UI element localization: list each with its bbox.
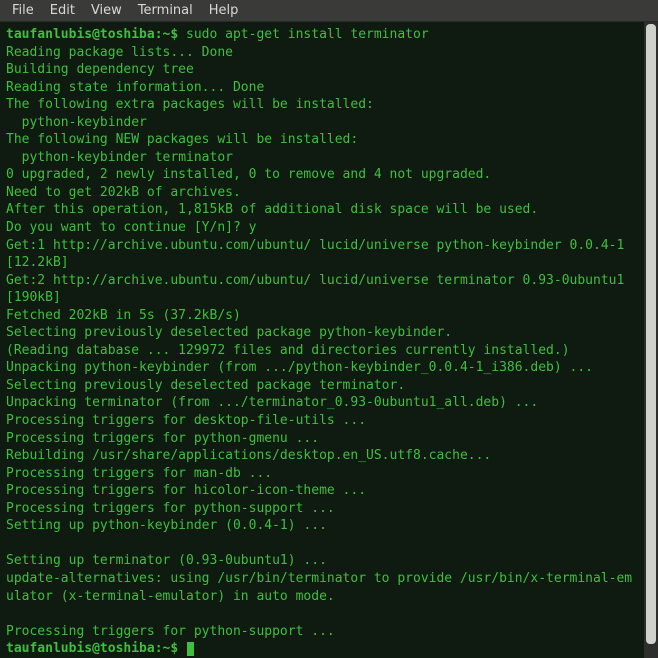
terminal-line: Processing triggers for hicolor-icon-the…	[6, 482, 638, 500]
terminal-line: Unpacking python-keybinder (from .../pyt…	[6, 359, 638, 377]
terminal-line: Unpacking terminator (from .../terminato…	[6, 394, 638, 412]
terminal-line: Get:1 http://archive.ubuntu.com/ubuntu/ …	[6, 237, 638, 272]
terminal-line: Processing triggers for python-gmenu ...	[6, 430, 638, 448]
terminal-line: Get:2 http://archive.ubuntu.com/ubuntu/ …	[6, 272, 638, 307]
scrollbar-thumb[interactable]	[646, 24, 656, 644]
terminal-line: The following NEW packages will be insta…	[6, 131, 638, 149]
terminal-line: After this operation, 1,815kB of additio…	[6, 201, 638, 219]
terminal-line: The following extra packages will be ins…	[6, 96, 638, 114]
terminal-window: taufanlubis@toshiba:~$ sudo apt-get inst…	[0, 22, 658, 658]
prompt: taufanlubis@toshiba:~$	[6, 641, 186, 656]
prompt: taufanlubis@toshiba:~$	[6, 27, 186, 42]
menu-view[interactable]: View	[83, 1, 130, 20]
terminal-line: Setting up terminator (0.93-0ubuntu1) ..…	[6, 552, 638, 570]
terminal-line: Processing triggers for man-db ...	[6, 465, 638, 483]
terminal-line: Setting up python-keybinder (0.0.4-1) ..…	[6, 517, 638, 535]
terminal-line: Fetched 202kB in 5s (37.2kB/s)	[6, 307, 638, 325]
terminal-line: Rebuilding /usr/share/applications/deskt…	[6, 447, 638, 465]
terminal-line: Processing triggers for python-support .…	[6, 623, 638, 641]
menu-file[interactable]: File	[4, 1, 42, 20]
terminal-line	[6, 535, 638, 553]
terminal-line: (Reading database ... 129972 files and d…	[6, 342, 638, 360]
terminal-line: Processing triggers for python-support .…	[6, 500, 638, 518]
terminal-line: Do you want to continue [Y/n]? y	[6, 219, 638, 237]
terminal-line: 0 upgraded, 2 newly installed, 0 to remo…	[6, 166, 638, 184]
menu-help[interactable]: Help	[201, 1, 247, 20]
terminal-line: Processing triggers for desktop-file-uti…	[6, 412, 638, 430]
terminal-line: Selecting previously deselected package …	[6, 377, 638, 395]
terminal-line: python-keybinder	[6, 114, 638, 132]
terminal-line: python-keybinder terminator	[6, 149, 638, 167]
terminal-line: Selecting previously deselected package …	[6, 324, 638, 342]
terminal-line: Building dependency tree	[6, 61, 638, 79]
terminal-line: Reading state information... Done	[6, 79, 638, 97]
terminal-line	[6, 605, 638, 623]
cursor	[187, 642, 194, 656]
terminal-line: Reading package lists... Done	[6, 44, 638, 62]
menubar: File Edit View Terminal Help	[0, 0, 658, 22]
scrollbar[interactable]	[644, 22, 658, 658]
command-text: sudo apt-get install terminator	[186, 27, 429, 42]
terminal-line: Need to get 202kB of archives.	[6, 184, 638, 202]
terminal-line: update-alternatives: using /usr/bin/term…	[6, 570, 638, 605]
menu-terminal[interactable]: Terminal	[130, 1, 201, 20]
terminal-output[interactable]: taufanlubis@toshiba:~$ sudo apt-get inst…	[0, 22, 644, 658]
menu-edit[interactable]: Edit	[42, 1, 83, 20]
